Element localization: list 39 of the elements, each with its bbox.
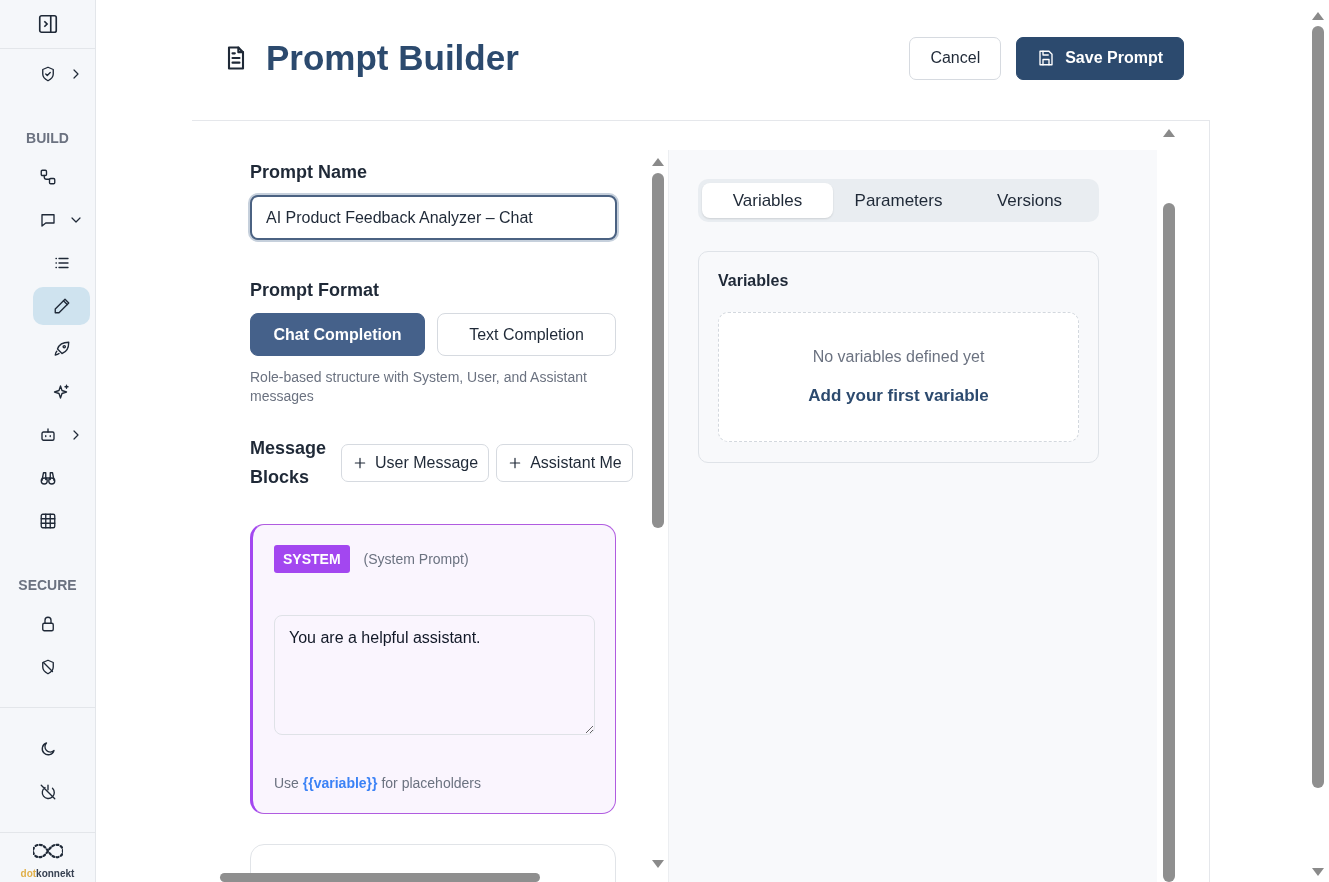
grid-icon (39, 512, 57, 531)
logo-text: dotkonnekt (20, 867, 75, 879)
section-heading: SECURE (17, 575, 78, 595)
field-label: Prompt Name (250, 162, 369, 183)
format-option[interactable]: Chat Completion (250, 313, 425, 356)
tab[interactable]: Parameters (833, 183, 964, 218)
role-badge: SYSTEM (274, 545, 350, 573)
binoculars-icon (39, 469, 57, 488)
name-field[interactable]: AI Product Feedback Analyzer – Chat (250, 195, 617, 240)
tab[interactable]: Variables (702, 183, 833, 218)
rocket-icon (52, 340, 71, 359)
role-subtitle: (System Prompt) (363, 551, 469, 567)
add-message-button[interactable]: User Message (341, 444, 490, 482)
lock-icon (39, 615, 57, 634)
add-variable-link[interactable]: Add your first variable (808, 386, 989, 406)
sidebar-item[interactable] (33, 287, 90, 326)
message-input[interactable]: You are a helpful assistant. (274, 615, 595, 735)
variable-hint: Use {{variable}} for placeholders (274, 775, 483, 791)
page-title: Prompt Builder (266, 38, 520, 78)
cancel-button[interactable]: Cancel (909, 36, 1002, 80)
field-label: Prompt Format (250, 280, 380, 301)
save-icon (1037, 49, 1056, 67)
tab[interactable]: Versions (964, 183, 1095, 218)
plus-icon (352, 455, 368, 471)
power-off-icon (39, 783, 57, 802)
sidebar-toggle-icon[interactable] (36, 12, 59, 35)
format-hint: Role-based structure with System, User, and Assistant messages (250, 368, 588, 406)
section-heading: BUILD (25, 128, 70, 148)
shield-off-icon (39, 658, 57, 677)
save-button[interactable]: Save Prompt (1016, 36, 1184, 80)
empty-message: No variables defined yet (812, 348, 985, 366)
sparkles-icon (52, 383, 71, 402)
shield-check-icon (39, 65, 57, 84)
workflow-icon (39, 168, 57, 187)
pencil-icon (52, 297, 71, 316)
card-title: Variables (718, 272, 790, 290)
add-message-button[interactable]: Assistant Me (496, 444, 633, 482)
field-label: Message Blocks (250, 437, 328, 489)
format-option[interactable]: Text Completion (437, 313, 616, 356)
